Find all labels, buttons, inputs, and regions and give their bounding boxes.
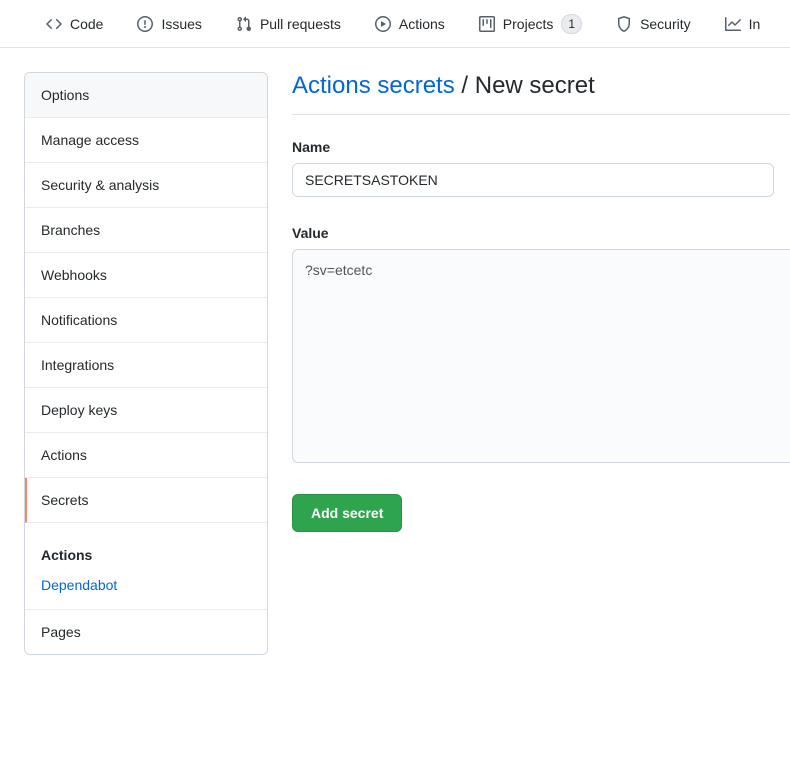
sidebar-item-webhooks[interactable]: Webhooks — [25, 253, 267, 298]
sidebar-secrets-subsection: Actions Dependabot — [25, 523, 267, 610]
sidebar-item-label: Notifications — [41, 312, 117, 328]
tab-security[interactable]: Security — [600, 8, 707, 40]
breadcrumb-current: New secret — [475, 72, 595, 99]
projects-count-badge: 1 — [561, 14, 582, 34]
tab-label: Security — [640, 16, 691, 32]
sidebar-item-security-analysis[interactable]: Security & analysis — [25, 163, 267, 208]
tab-projects[interactable]: Projects 1 — [463, 6, 598, 42]
sidebar-item-label: Actions — [41, 447, 87, 463]
sidebar-item-integrations[interactable]: Integrations — [25, 343, 267, 388]
sidebar-item-secrets[interactable]: Secrets — [25, 478, 267, 523]
breadcrumb-actions-secrets[interactable]: Actions secrets — [292, 72, 455, 99]
sidebar-item-options[interactable]: Options — [25, 73, 267, 118]
sidebar-item-pages[interactable]: Pages — [25, 610, 267, 654]
secret-name-input[interactable] — [292, 163, 774, 197]
settings-sidebar: Options Manage access Security & analysi… — [24, 72, 268, 655]
value-label: Value — [292, 225, 790, 241]
sidebar-item-label: Deploy keys — [41, 402, 117, 418]
sidebar-item-actions[interactable]: Actions — [25, 433, 267, 478]
add-secret-button[interactable]: Add secret — [292, 494, 402, 532]
play-icon — [375, 16, 391, 32]
tab-insights[interactable]: In — [709, 8, 777, 40]
tab-label: Code — [70, 16, 103, 32]
shield-icon — [616, 16, 632, 32]
sidebar-sub-link-dependabot[interactable]: Dependabot — [41, 577, 251, 593]
tab-issues[interactable]: Issues — [121, 8, 217, 40]
sidebar-item-label: Webhooks — [41, 267, 107, 283]
sidebar-sub-header: Actions — [41, 547, 251, 563]
tab-label: In — [749, 16, 761, 32]
form-group-name: Name — [292, 139, 790, 197]
form-group-value: Value — [292, 225, 790, 466]
page-title-row: Actions secrets / New secret — [292, 72, 790, 115]
tab-actions[interactable]: Actions — [359, 8, 461, 40]
tab-label: Issues — [161, 16, 201, 32]
sidebar-item-label: Branches — [41, 222, 100, 238]
secret-value-textarea[interactable] — [292, 249, 790, 463]
graph-icon — [725, 16, 741, 32]
sidebar-item-label: Security & analysis — [41, 177, 159, 193]
sidebar-item-label: Secrets — [41, 492, 88, 508]
sidebar-item-manage-access[interactable]: Manage access — [25, 118, 267, 163]
repo-topnav: Code Issues Pull requests Actions Projec… — [0, 0, 790, 48]
tab-label: Actions — [399, 16, 445, 32]
name-label: Name — [292, 139, 790, 155]
sidebar-item-branches[interactable]: Branches — [25, 208, 267, 253]
main-content: Actions secrets / New secret Name Value … — [268, 72, 790, 655]
sidebar-item-notifications[interactable]: Notifications — [25, 298, 267, 343]
sidebar-item-label: Pages — [41, 624, 81, 640]
sidebar-item-label: Integrations — [41, 357, 114, 373]
tab-code[interactable]: Code — [30, 8, 119, 40]
tab-label: Pull requests — [260, 16, 341, 32]
tab-pull-requests[interactable]: Pull requests — [220, 8, 357, 40]
sidebar-item-label: Options — [41, 87, 89, 103]
git-pull-request-icon — [236, 16, 252, 32]
sidebar-item-deploy-keys[interactable]: Deploy keys — [25, 388, 267, 433]
code-icon — [46, 16, 62, 32]
page-title: Actions secrets / New secret — [292, 72, 790, 100]
issue-opened-icon — [137, 16, 153, 32]
sidebar-item-label: Manage access — [41, 132, 139, 148]
breadcrumb-separator: / — [455, 72, 475, 99]
project-icon — [479, 16, 495, 32]
tab-label: Projects — [503, 16, 554, 32]
